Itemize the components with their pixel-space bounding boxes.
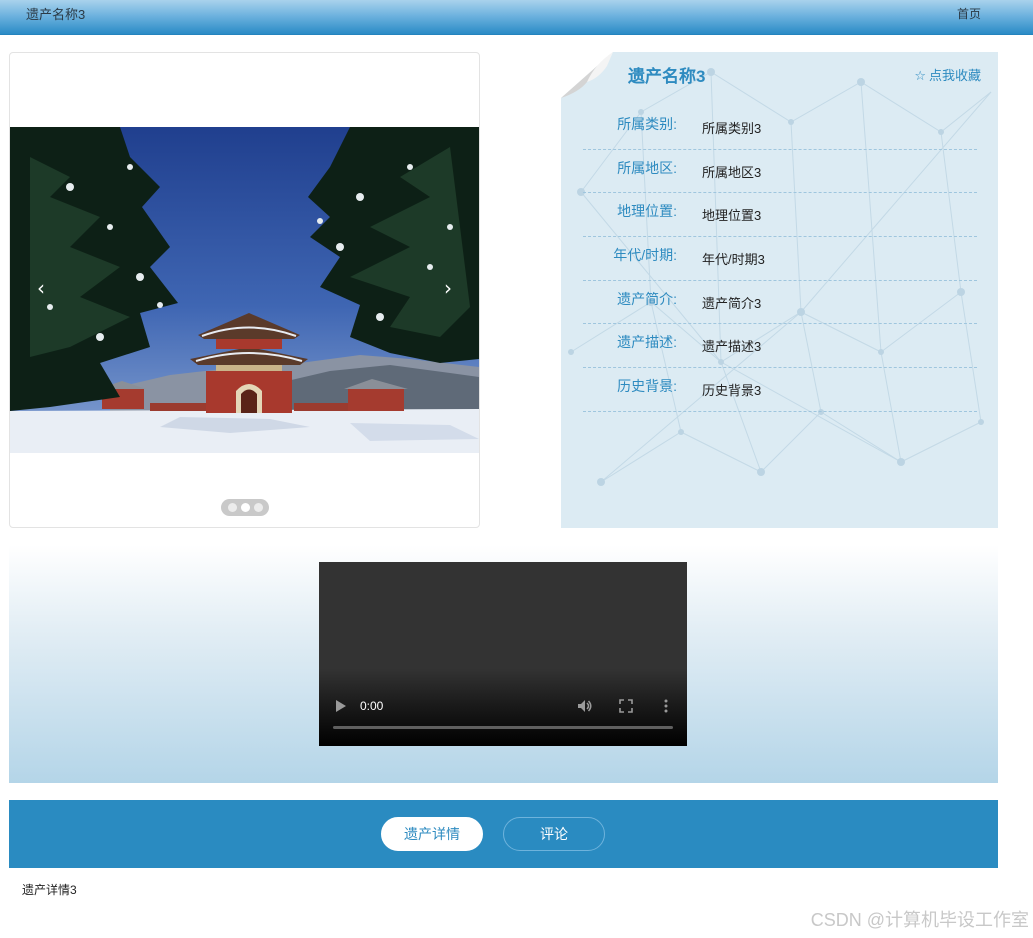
header-title: 遗产名称3 xyxy=(26,7,86,22)
play-icon[interactable] xyxy=(335,699,347,713)
heritage-name: 遗产名称3 xyxy=(628,67,706,86)
carousel-dot-active[interactable] xyxy=(240,503,250,512)
field-label: 历史背景: xyxy=(617,378,677,395)
heritage-info-panel: 遗产名称3 ☆ 点我收藏 所属类别: 所属类别3 所属地区: 所属地区3 地理位置… xyxy=(561,52,998,528)
carousel-prev-icon[interactable]: ‹ xyxy=(31,275,51,301)
more-options-icon[interactable] xyxy=(661,698,671,714)
carousel-dot[interactable] xyxy=(227,503,237,512)
field-label: 地理位置: xyxy=(617,203,677,220)
field-value: 历史背景3 xyxy=(702,383,762,399)
fullscreen-icon[interactable] xyxy=(619,699,633,713)
field-value: 年代/时期3 xyxy=(702,252,765,268)
field-label: 所属地区: xyxy=(617,159,677,176)
video-progress-bar[interactable] xyxy=(333,726,673,729)
field-label: 遗产简介: xyxy=(617,290,677,307)
field-label: 所属类别: xyxy=(617,116,677,132)
image-carousel: ‹ › xyxy=(9,52,480,528)
info-fields: 所属类别: 所属类别3 所属地区: 所属地区3 地理位置: 地理位置3 年代/时… xyxy=(583,106,977,412)
volume-icon[interactable] xyxy=(577,698,593,714)
info-row-region: 所属地区: 所属地区3 xyxy=(583,150,977,194)
field-value: 遗产描述3 xyxy=(702,339,762,355)
page-curl-icon xyxy=(561,52,613,98)
star-icon: ☆ xyxy=(914,69,926,84)
field-label: 年代/时期: xyxy=(613,247,677,264)
carousel-indicators xyxy=(221,499,269,516)
tab-comments[interactable]: 评论 xyxy=(503,817,605,851)
info-row-description: 遗产描述: 遗产描述3 xyxy=(583,324,977,369)
field-value: 所属类别3 xyxy=(702,121,762,136)
field-value: 所属地区3 xyxy=(702,164,762,180)
tab-bar: 遗产详情 评论 xyxy=(9,800,998,868)
field-label: 遗产描述: xyxy=(617,334,677,351)
video-player[interactable]: 0:00 xyxy=(319,562,687,746)
favorite-button[interactable]: ☆ 点我收藏 xyxy=(914,65,981,84)
detail-content: 遗产详情3 xyxy=(22,883,77,897)
favorite-label: 点我收藏 xyxy=(928,68,981,83)
info-row-era: 年代/时期: 年代/时期3 xyxy=(583,237,977,281)
video-time: 0:00 xyxy=(360,699,384,713)
field-value: 地理位置3 xyxy=(702,208,762,224)
video-section: 0:00 xyxy=(9,545,998,783)
info-row-summary: 遗产简介: 遗产简介3 xyxy=(583,281,977,325)
info-row-location: 地理位置: 地理位置3 xyxy=(583,193,977,238)
info-row-category: 所属类别: 所属类别3 xyxy=(583,106,977,150)
carousel-next-icon[interactable]: › xyxy=(438,275,458,301)
home-link[interactable]: 首页 xyxy=(957,5,981,22)
watermark: CSDN @计算机毕设工作室 xyxy=(810,910,1029,930)
carousel-dot[interactable] xyxy=(253,503,263,512)
field-value: 遗产简介3 xyxy=(702,295,762,311)
carousel-slide-image xyxy=(10,127,479,453)
info-row-history: 历史背景: 历史背景3 xyxy=(583,368,977,412)
tab-heritage-detail[interactable]: 遗产详情 xyxy=(381,817,483,851)
top-bar: 遗产名称3 首页 xyxy=(0,0,1033,35)
